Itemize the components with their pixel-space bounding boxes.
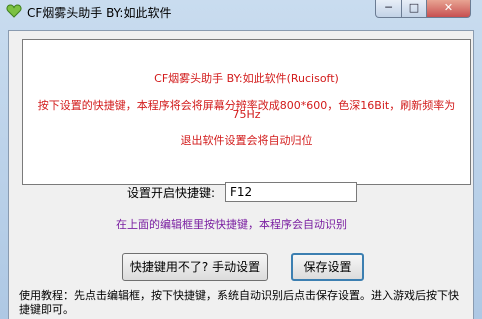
tutorial-text: 使用教程：先点击编辑框，按下快捷键，系统自动识别后点击保存设置。进入游戏后按下快… [19, 289, 459, 316]
minimize-button[interactable]: ─ [375, 0, 402, 18]
save-settings-button[interactable]: 保存设置 [291, 253, 364, 281]
client-area: CF烟雾头助手 BY:如此软件(Rucisoft) 按下设置的快捷键，本程序将会… [8, 30, 474, 319]
hotkey-hint: 在上面的编辑框里按快捷键，本程序会自动识别 [116, 218, 347, 231]
window-title: CF烟雾头助手 BY:如此软件 [27, 6, 172, 20]
info-refresh-rate: 75Hz [232, 108, 261, 121]
manual-setup-button[interactable]: 快捷键用不了? 手动设置 [122, 253, 268, 281]
close-button[interactable]: ✕ [426, 0, 471, 18]
hotkey-label: 设置开启快捷键: [127, 186, 216, 200]
app-window: CF烟雾头助手 BY:如此软件 ─ □ ✕ CF烟雾头助手 BY:如此软件(Ru… [0, 0, 482, 319]
hotkey-input[interactable]: F12 [225, 182, 357, 202]
heart-icon [6, 4, 22, 18]
info-exit-note: 退出软件设置会将自动归位 [180, 134, 313, 147]
info-panel: CF烟雾头助手 BY:如此软件(Rucisoft) 按下设置的快捷键，本程序将会… [22, 39, 471, 185]
info-title: CF烟雾头助手 BY:如此软件(Rucisoft) [154, 72, 339, 85]
maximize-button[interactable]: □ [401, 0, 427, 18]
title-bar[interactable]: CF烟雾头助手 BY:如此软件 ─ □ ✕ [0, 0, 482, 24]
